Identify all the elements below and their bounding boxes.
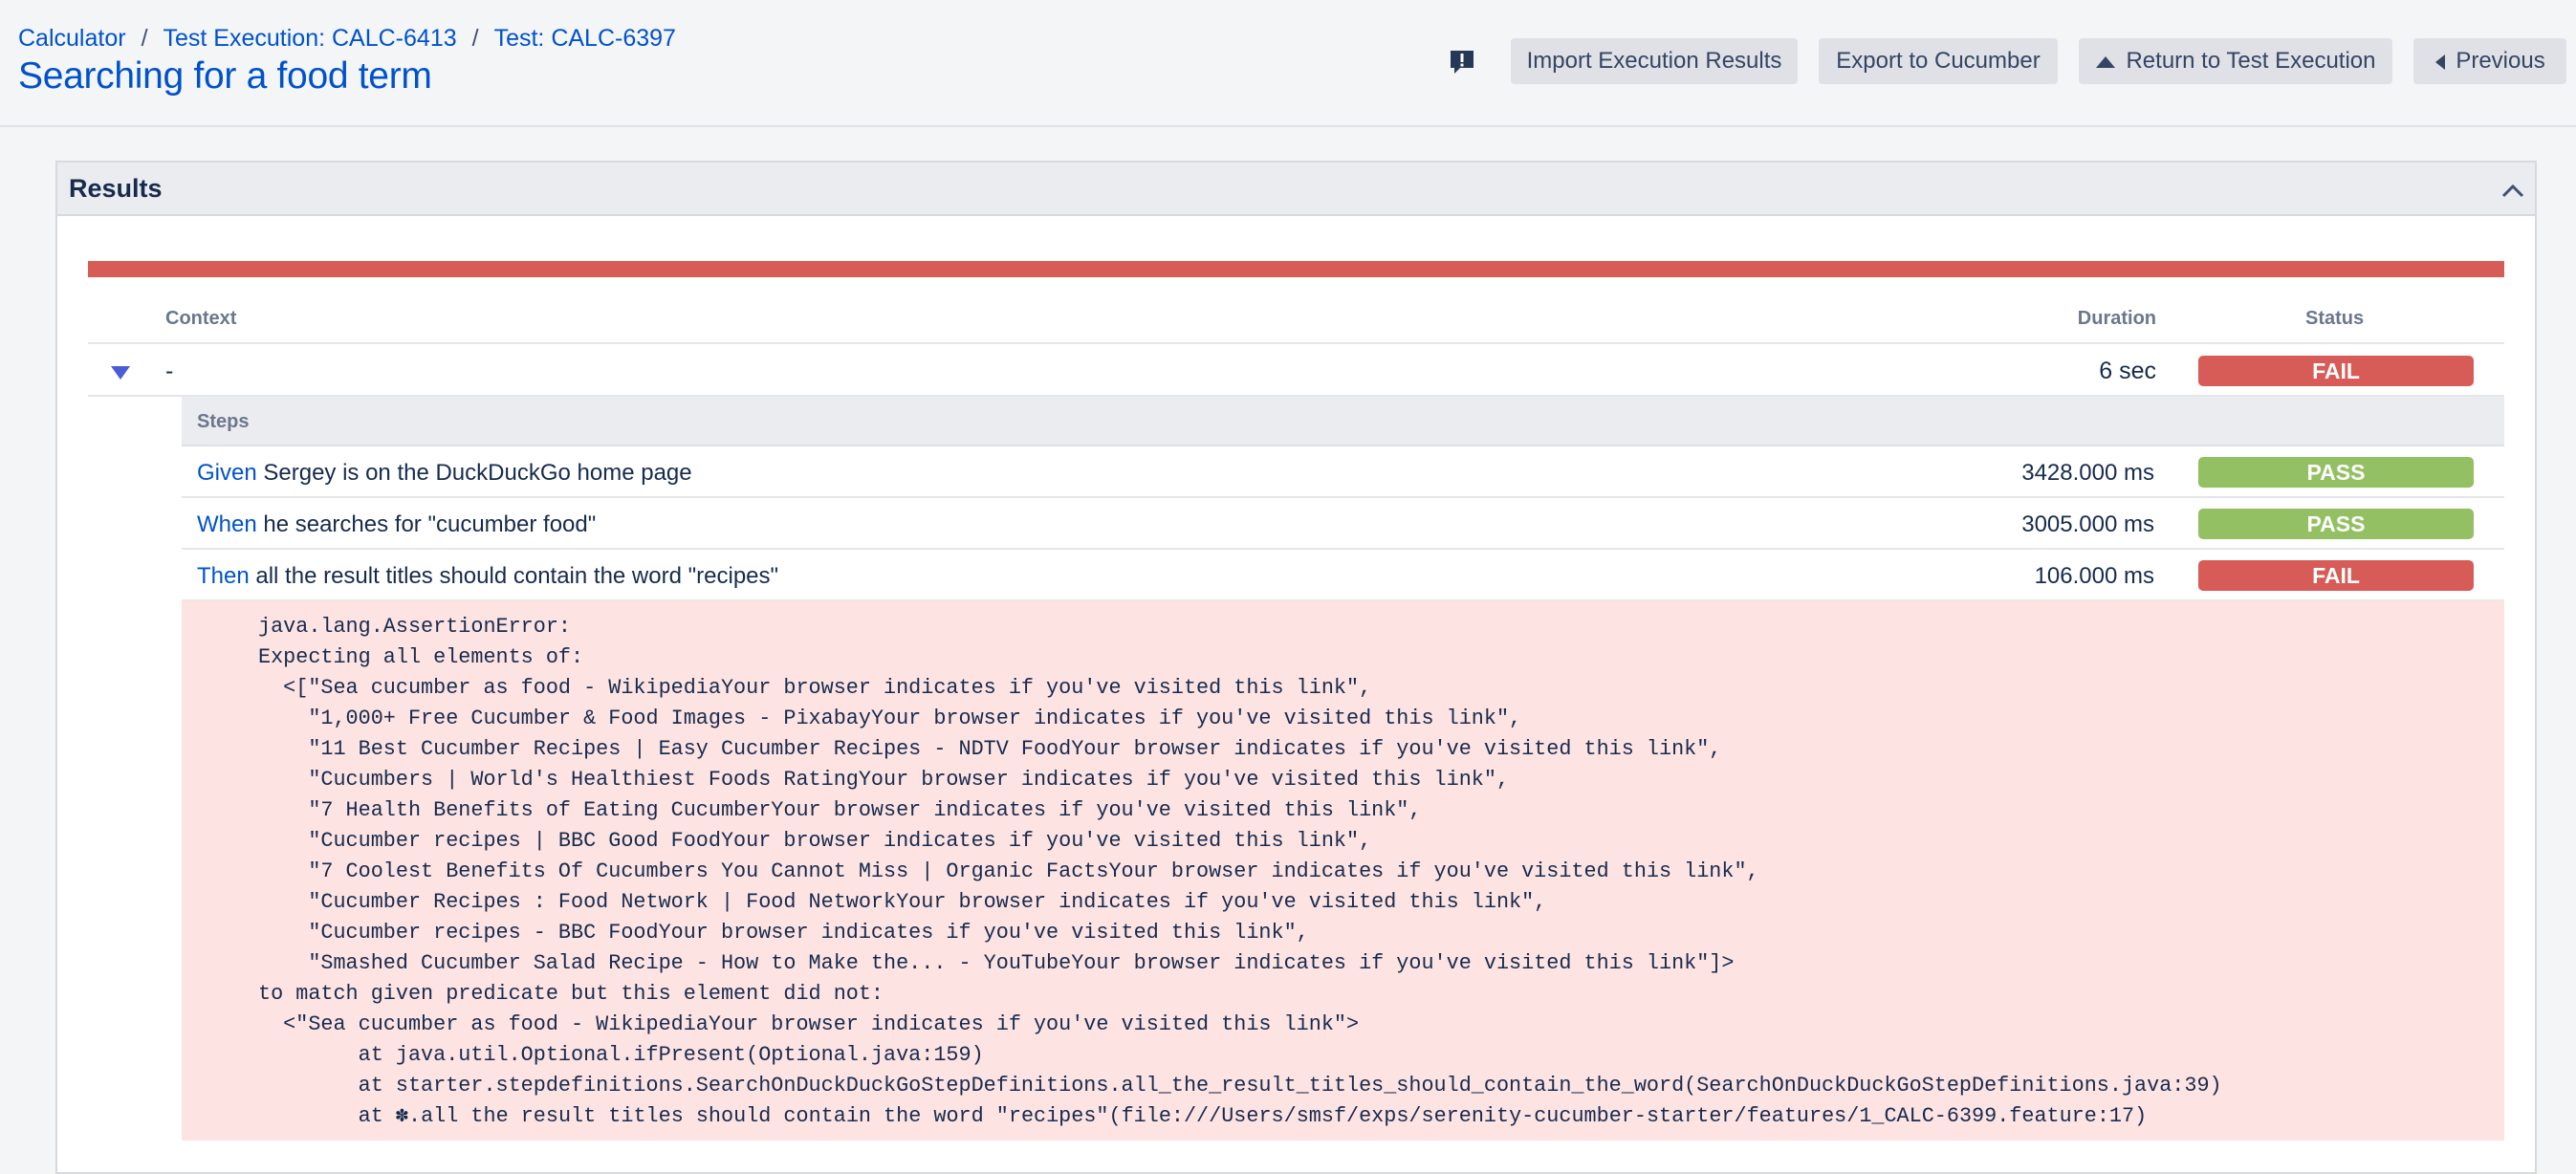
- breadcrumb-separator: /: [471, 25, 479, 52]
- error-line: "Cucumbers | World's Healthiest Foods Ra…: [258, 768, 1510, 792]
- row-divider: [88, 342, 2504, 344]
- step-status-badge: FAIL: [2198, 560, 2474, 591]
- error-line: <["Sea cucumber as food - WikipediaYour …: [258, 676, 1372, 700]
- export-button-label: Export to Cucumber: [1836, 48, 2041, 74]
- overall-status-bar: [88, 261, 2504, 277]
- error-line: "Cucumber Recipes : Food Network | Food …: [258, 890, 1547, 914]
- breadcrumb-project-link[interactable]: Calculator: [18, 25, 126, 52]
- page-title: Searching for a food term: [18, 55, 432, 97]
- error-line: Expecting all elements of:: [258, 645, 584, 669]
- error-output: java.lang.AssertionError: Expecting all …: [182, 600, 2504, 1141]
- error-line: "Cucumber recipes | BBC Good FoodYour br…: [258, 829, 1372, 853]
- context-status-badge: FAIL: [2198, 356, 2474, 386]
- expand-toggle-icon[interactable]: [110, 365, 131, 380]
- page-header: Calculator / Test Execution: CALC-6413 / Tes…: [0, 0, 2576, 127]
- step-text: Sergey is on the DuckDuckGo home page: [256, 460, 692, 486]
- breadcrumb: Calculator / Test Execution: CALC-6413 / Tes…: [18, 25, 676, 53]
- step-keyword: Given: [197, 460, 257, 486]
- return-to-test-execution-button[interactable]: Return to Test Execution: [2079, 38, 2392, 84]
- error-line: at java.util.Optional.ifPresent(Optional…: [258, 1043, 984, 1067]
- steps-header: Steps: [182, 397, 2504, 446]
- results-panel-header[interactable]: Results: [57, 163, 2535, 216]
- error-line: at starter.stepdefinitions.SearchOnDuckD…: [258, 1074, 2222, 1098]
- error-line: "7 Coolest Benefits Of Cucumbers You Can…: [258, 859, 1759, 883]
- previous-button-label: Previous: [2456, 48, 2545, 74]
- step-status-badge: PASS: [2198, 509, 2474, 539]
- step-duration: 106.000 ms: [2034, 563, 2154, 589]
- step-description: When he searches for "cucumber food": [197, 511, 596, 538]
- step-status-badge: PASS: [2198, 457, 2474, 488]
- duration-column-header: Duration: [2077, 308, 2156, 329]
- steps-header-label: Steps: [197, 411, 250, 432]
- breadcrumb-separator: /: [141, 25, 148, 52]
- import-button-label: Import Execution Results: [1526, 48, 1782, 74]
- chevron-up-icon[interactable]: [2500, 182, 2525, 199]
- step-description: Then all the result titles should contai…: [197, 563, 778, 590]
- previous-button[interactable]: Previous: [2413, 38, 2566, 84]
- status-column-header: Status: [2305, 308, 2365, 329]
- error-line: "1,000+ Free Cucumber & Food Images - Pi…: [258, 707, 1522, 730]
- step-keyword: Then: [197, 563, 250, 589]
- step-keyword: When: [197, 511, 257, 537]
- error-line: "11 Best Cucumber Recipes | Easy Cucumbe…: [258, 737, 1722, 761]
- breadcrumb-test-execution-link[interactable]: Test Execution: CALC-6413: [164, 25, 457, 52]
- up-triangle-icon: [2096, 55, 2116, 68]
- error-line: "7 Health Benefits of Eating CucumberYou…: [258, 798, 1422, 822]
- step-row: Then all the result titles should contai…: [182, 550, 2504, 601]
- error-line: to match given predicate but this elemen…: [258, 982, 884, 1006]
- feedback-icon[interactable]: [1449, 50, 1475, 75]
- context-duration: 6 sec: [2099, 358, 2156, 384]
- step-description: Given Sergey is on the DuckDuckGo home p…: [197, 460, 692, 487]
- error-line: "Cucumber recipes - BBC FoodYour browser…: [258, 921, 1309, 945]
- results-panel: Results Context Duration Status - 6 sec …: [55, 161, 2537, 1174]
- return-button-label: Return to Test Execution: [2126, 48, 2376, 74]
- import-execution-results-button[interactable]: Import Execution Results: [1511, 38, 1798, 84]
- step-text: he searches for "cucumber food": [256, 511, 597, 537]
- results-title: Results: [69, 174, 163, 203]
- error-line: java.lang.AssertionError:: [258, 615, 572, 639]
- error-line: <"Sea cucumber as food - WikipediaYour b…: [258, 1012, 1360, 1036]
- step-row: Given Sergey is on the DuckDuckGo home p…: [182, 446, 2504, 498]
- breadcrumb-test-link[interactable]: Test: CALC-6397: [494, 25, 676, 52]
- step-duration: 3428.000 ms: [2021, 460, 2154, 486]
- error-stacktrace: java.lang.AssertionError: Expecting all …: [258, 612, 2222, 1132]
- left-triangle-icon: [2435, 54, 2446, 70]
- context-column-header: Context: [165, 308, 237, 329]
- export-to-cucumber-button[interactable]: Export to Cucumber: [1819, 38, 2058, 84]
- context-value: -: [165, 358, 174, 384]
- error-line: "Smashed Cucumber Salad Recipe - How to …: [258, 951, 1735, 975]
- step-row: When he searches for "cucumber food" 300…: [182, 498, 2504, 550]
- step-text: all the result titles should contain the…: [249, 563, 779, 589]
- error-line: at ✽.all the result titles should contai…: [258, 1104, 2148, 1128]
- step-duration: 3005.000 ms: [2021, 511, 2154, 537]
